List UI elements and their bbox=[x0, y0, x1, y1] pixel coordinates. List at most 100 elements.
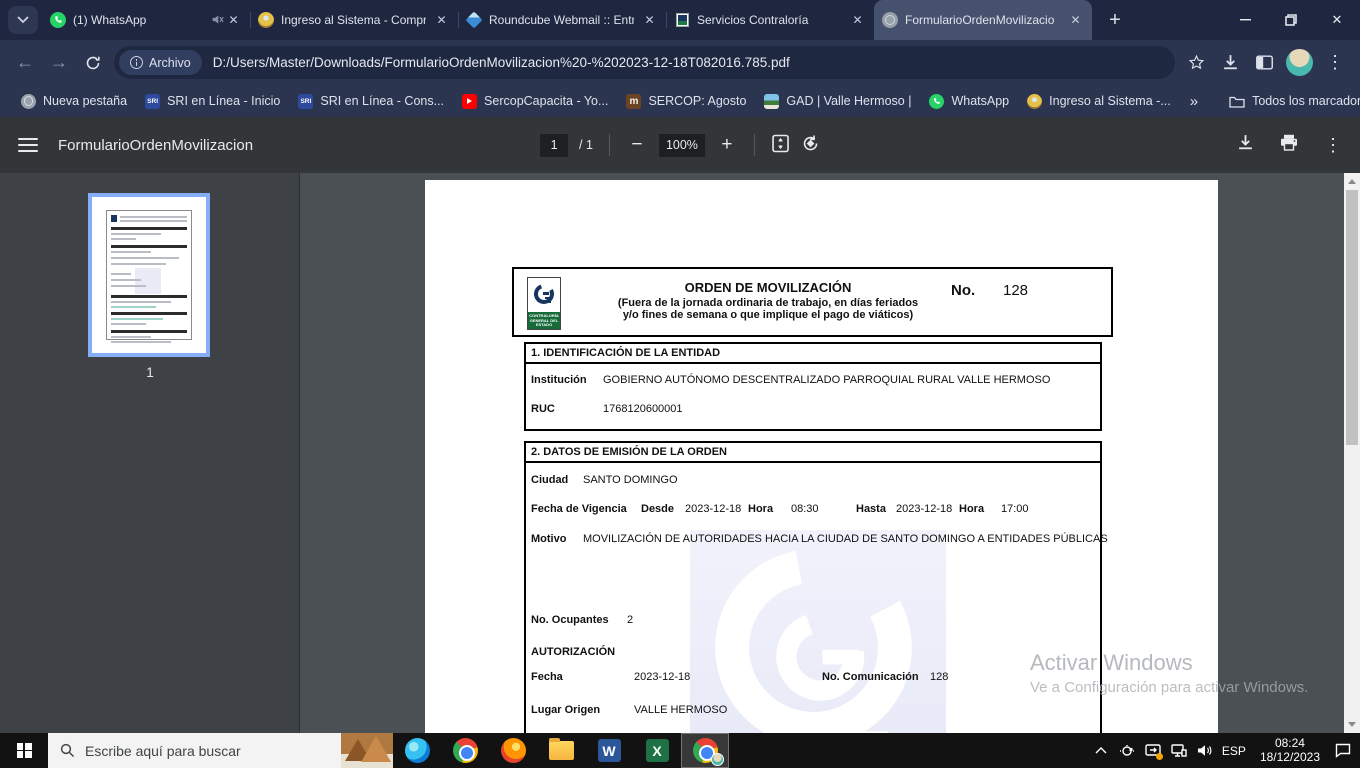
pdf-download-button[interactable] bbox=[1237, 134, 1254, 156]
profile-avatar[interactable] bbox=[1286, 49, 1313, 76]
pdf-more-options-button[interactable]: ⋮ bbox=[1324, 135, 1342, 156]
ruc-label: RUC bbox=[531, 403, 555, 415]
bookmark-nueva-pestana[interactable]: Nueva pestaña bbox=[12, 89, 136, 113]
pdf-menu-icon[interactable] bbox=[18, 138, 38, 152]
vigencia-label: Fecha de Vigencia bbox=[531, 503, 627, 515]
update-tray-icon[interactable] bbox=[1144, 742, 1163, 760]
fit-page-button[interactable] bbox=[771, 134, 790, 156]
scroll-up-arrow[interactable] bbox=[1348, 179, 1356, 184]
ecuador-coat-icon bbox=[258, 12, 274, 28]
back-button[interactable]: ← bbox=[8, 46, 42, 80]
toolbar-divider bbox=[753, 134, 755, 156]
tray-expand-chevron-icon[interactable] bbox=[1092, 742, 1110, 760]
new-tab-button[interactable]: + bbox=[1100, 5, 1130, 35]
bookmark-sri-inicio[interactable]: SRI SRI en Línea - Inicio bbox=[136, 89, 289, 113]
tab-muted-speaker-icon[interactable] bbox=[211, 13, 225, 27]
scroll-down-arrow[interactable] bbox=[1348, 722, 1356, 727]
tab-close-icon[interactable]: ✕ bbox=[849, 12, 866, 29]
bookmarks-overflow-button[interactable]: » bbox=[1180, 93, 1208, 110]
tab-label: (1) WhatsApp bbox=[73, 13, 147, 27]
action-center-icon[interactable] bbox=[1334, 742, 1352, 760]
taskbar-firefox-button[interactable] bbox=[489, 733, 537, 768]
bookmark-label: Ingreso al Sistema -... bbox=[1049, 94, 1171, 108]
tab-close-icon[interactable]: ✕ bbox=[641, 12, 658, 29]
restore-button[interactable] bbox=[1268, 0, 1314, 40]
form-subtitle-line1: (Fuera de la jornada ordinaria de trabaj… bbox=[617, 297, 919, 309]
tab-close-icon[interactable]: ✕ bbox=[225, 12, 242, 29]
onedrive-tray-icon[interactable] bbox=[1118, 742, 1136, 760]
motivo-label: Motivo bbox=[531, 533, 567, 545]
browser-window: (1) WhatsApp ✕ Ingreso al Sistema - Comp… bbox=[0, 0, 1360, 768]
bookmark-whatsapp[interactable]: WhatsApp bbox=[920, 89, 1018, 113]
taskbar-word-button[interactable]: W bbox=[585, 733, 633, 768]
downloads-button[interactable] bbox=[1213, 46, 1247, 80]
vertical-scrollbar[interactable] bbox=[1344, 173, 1360, 733]
taskbar-excel-button[interactable]: X bbox=[633, 733, 681, 768]
taskbar-chrome-active-button[interactable] bbox=[681, 733, 729, 768]
taskbar-edge-button[interactable] bbox=[393, 733, 441, 768]
start-button[interactable] bbox=[0, 733, 48, 768]
tab-close-icon[interactable]: ✕ bbox=[1067, 12, 1084, 29]
logo-caption: CONTRALORÍA GENERAL DEL ESTADO bbox=[528, 312, 560, 329]
taskbar-explorer-button[interactable] bbox=[537, 733, 585, 768]
bookmark-sercop-agosto[interactable]: m SERCOP: Agosto bbox=[617, 89, 755, 113]
tab-whatsapp[interactable]: (1) WhatsApp ✕ bbox=[42, 0, 250, 40]
form-no-label: No. bbox=[951, 282, 976, 299]
tab-servicios-contraloria[interactable]: Servicios Contraloría ✕ bbox=[666, 0, 874, 40]
url-text: D:/Users/Master/Downloads/FormularioOrde… bbox=[212, 55, 790, 70]
bookmark-star-button[interactable] bbox=[1179, 46, 1213, 80]
tab-search-button[interactable] bbox=[8, 6, 38, 34]
tab-label: Ingreso al Sistema - Compra bbox=[281, 13, 426, 27]
tab-label: Servicios Contraloría bbox=[697, 13, 809, 27]
pdf-viewer-content: 1 CONTRALORÍA GENERAL DEL ESTADO ORDEN D… bbox=[0, 173, 1360, 733]
address-bar[interactable]: Archivo D:/Users/Master/Downloads/Formul… bbox=[114, 46, 1175, 79]
origen-label: Lugar Origen bbox=[531, 704, 601, 716]
bookmark-label: SERCOP: Agosto bbox=[648, 94, 747, 108]
forward-button[interactable]: → bbox=[42, 46, 76, 80]
minimize-button[interactable] bbox=[1222, 0, 1268, 40]
bookmark-sercopcapacita[interactable]: SercopCapacita - Yo... bbox=[453, 89, 617, 113]
tab-label: Roundcube Webmail :: Entra bbox=[489, 13, 634, 27]
clock-date: 18/12/2023 bbox=[1259, 749, 1320, 764]
taskbar-chrome-button[interactable] bbox=[441, 733, 489, 768]
window-controls: ✕ bbox=[1222, 0, 1360, 40]
bookmark-label: SRI en Línea - Inicio bbox=[167, 94, 281, 108]
side-panel-button[interactable] bbox=[1247, 46, 1281, 80]
language-indicator[interactable]: ESP bbox=[1222, 744, 1246, 758]
search-highlight-image[interactable] bbox=[341, 733, 393, 768]
bookmark-ingreso-sistema[interactable]: Ingreso al Sistema -... bbox=[1018, 89, 1180, 113]
zoom-out-button[interactable]: − bbox=[626, 134, 648, 156]
bookmark-gad-valle-hermoso[interactable]: GAD | Valle Hermoso | bbox=[755, 89, 920, 113]
site-info-label: Archivo bbox=[149, 55, 191, 70]
browser-menu-button[interactable]: ⋮ bbox=[1318, 46, 1352, 80]
ecuador-coat-icon bbox=[1027, 93, 1043, 109]
pdf-toolbar: FormularioOrdenMovilizacion 1 / 1 − 100%… bbox=[0, 117, 1360, 173]
rotate-page-button[interactable] bbox=[801, 134, 820, 156]
page-1-thumbnail[interactable] bbox=[88, 193, 210, 357]
tab-formulario-orden-movilizacion[interactable]: FormularioOrdenMovilizacio ✕ bbox=[874, 0, 1092, 40]
tab-ingreso-sistema[interactable]: Ingreso al Sistema - Compra ✕ bbox=[250, 0, 458, 40]
page-number-input[interactable]: 1 bbox=[540, 133, 569, 157]
site-info-chip[interactable]: Archivo bbox=[119, 50, 202, 75]
taskbar-clock[interactable]: 08:24 18/12/2023 bbox=[1254, 736, 1326, 764]
volume-tray-icon[interactable] bbox=[1196, 742, 1214, 760]
tab-strip: (1) WhatsApp ✕ Ingreso al Sistema - Comp… bbox=[0, 0, 1360, 40]
notification-dot bbox=[1155, 752, 1163, 760]
thumbnail-sidebar: 1 bbox=[0, 173, 300, 733]
zoom-level-input[interactable]: 100% bbox=[658, 133, 705, 157]
zoom-in-button[interactable]: + bbox=[716, 134, 738, 156]
all-bookmarks-button[interactable]: Todos los marcadores bbox=[1220, 89, 1360, 113]
bookmark-sri-consultas[interactable]: SRI SRI en Línea - Cons... bbox=[289, 89, 453, 113]
close-window-button[interactable]: ✕ bbox=[1314, 0, 1360, 40]
moodle-icon: m bbox=[626, 93, 642, 109]
reload-button[interactable] bbox=[76, 46, 110, 80]
hasta-value: 2023-12-18 bbox=[896, 503, 953, 515]
pdf-print-button[interactable] bbox=[1280, 134, 1298, 156]
network-tray-icon[interactable] bbox=[1170, 742, 1188, 760]
scrollbar-thumb[interactable] bbox=[1346, 190, 1358, 445]
chevron-down-icon bbox=[17, 16, 29, 24]
tab-roundcube[interactable]: Roundcube Webmail :: Entra ✕ bbox=[458, 0, 666, 40]
tab-close-icon[interactable]: ✕ bbox=[433, 12, 450, 29]
taskbar-search-input[interactable]: Escribe aquí para buscar bbox=[48, 733, 393, 768]
bookmark-label: SRI en Línea - Cons... bbox=[320, 94, 445, 108]
